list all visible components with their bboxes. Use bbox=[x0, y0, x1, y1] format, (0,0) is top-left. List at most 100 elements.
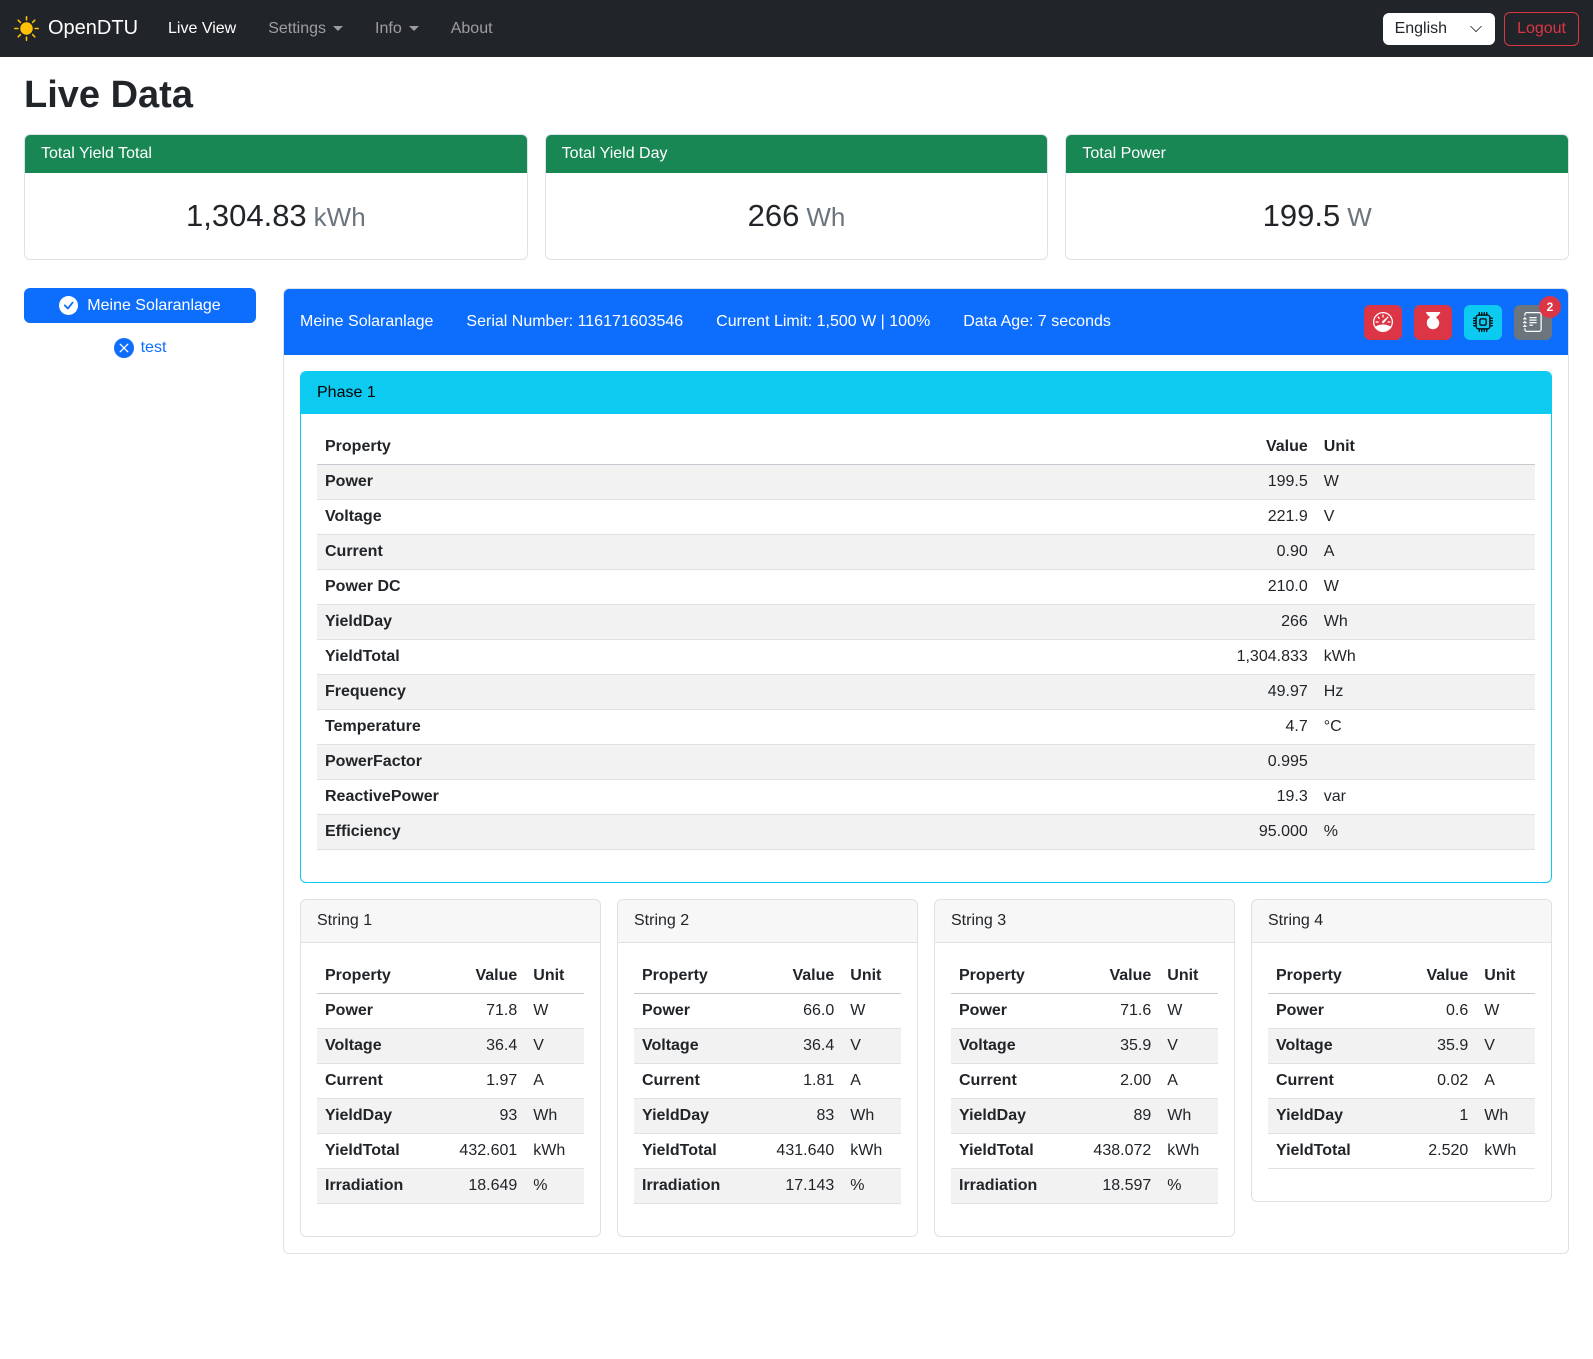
property-cell: Current bbox=[317, 1064, 437, 1099]
unit-cell: kWh bbox=[842, 1134, 901, 1169]
table-row: Current0.90A bbox=[317, 535, 1535, 570]
property-cell: Current bbox=[634, 1064, 754, 1099]
property-cell: YieldDay bbox=[951, 1099, 1071, 1134]
device-info-button[interactable] bbox=[1464, 305, 1502, 340]
inverter-data-age: Data Age: 7 seconds bbox=[963, 313, 1111, 331]
language-select-value: English bbox=[1395, 20, 1447, 38]
card-title: Total Yield Day bbox=[546, 135, 1048, 173]
string-4-table: Property Value Unit Power0.6W Voltage35.… bbox=[1268, 959, 1535, 1169]
card-title: Total Yield Total bbox=[25, 135, 527, 173]
value-cell: 1.97 bbox=[437, 1064, 525, 1099]
value-cell: 49.97 bbox=[1206, 675, 1316, 710]
value-cell: 95.000 bbox=[1206, 815, 1316, 850]
table-row: Current2.00A bbox=[951, 1064, 1218, 1099]
col-value: Value bbox=[754, 959, 842, 994]
summary-cards-row: Total Yield Total 1,304.83kWh Total Yiel… bbox=[24, 134, 1569, 260]
property-cell: YieldTotal bbox=[1268, 1134, 1388, 1169]
property-cell: Efficiency bbox=[317, 815, 1206, 850]
property-cell: YieldTotal bbox=[317, 640, 1206, 675]
col-unit: Unit bbox=[525, 959, 584, 994]
unit-cell: Wh bbox=[1159, 1099, 1218, 1134]
value-cell: 35.9 bbox=[1071, 1029, 1159, 1064]
inverter-select-button[interactable]: Meine Solaranlage bbox=[24, 288, 256, 323]
value-cell: 432.601 bbox=[437, 1134, 525, 1169]
unit-cell: V bbox=[842, 1029, 901, 1064]
event-log-button[interactable]: 2 bbox=[1514, 305, 1552, 340]
value-cell: 71.6 bbox=[1071, 994, 1159, 1029]
nav-about[interactable]: About bbox=[435, 12, 509, 46]
value-cell: 71.8 bbox=[437, 994, 525, 1029]
unit-cell: W bbox=[1316, 465, 1535, 500]
value-cell: 35.9 bbox=[1388, 1029, 1476, 1064]
table-header-row: Property Value Unit bbox=[317, 430, 1535, 465]
property-cell: Voltage bbox=[1268, 1029, 1388, 1064]
value-cell: 83 bbox=[754, 1099, 842, 1134]
property-cell: Power bbox=[317, 994, 437, 1029]
property-cell: Frequency bbox=[317, 675, 1206, 710]
nav-info[interactable]: Info bbox=[359, 12, 435, 46]
col-property: Property bbox=[951, 959, 1071, 994]
value-cell: 199.5 bbox=[1206, 465, 1316, 500]
col-property: Property bbox=[1268, 959, 1388, 994]
card-value: 1,304.83 bbox=[186, 198, 307, 233]
unit-cell: W bbox=[1476, 994, 1535, 1029]
property-cell: Irradiation bbox=[317, 1169, 437, 1204]
unit-cell bbox=[1316, 745, 1535, 780]
nav-settings[interactable]: Settings bbox=[252, 12, 359, 46]
inverter-card: Meine Solaranlage Serial Number: 1161716… bbox=[283, 288, 1569, 1254]
unit-cell: A bbox=[1316, 535, 1535, 570]
property-cell: YieldDay bbox=[634, 1099, 754, 1134]
brand[interactable]: OpenDTU bbox=[14, 16, 138, 41]
inverter-sidebar: Meine Solaranlage test bbox=[24, 288, 256, 358]
inverter-item-test[interactable]: test bbox=[24, 338, 256, 358]
table-row: YieldDay83Wh bbox=[634, 1099, 901, 1134]
x-circle-icon bbox=[114, 338, 134, 358]
unit-cell: Wh bbox=[842, 1099, 901, 1134]
logout-button[interactable]: Logout bbox=[1504, 12, 1579, 46]
power-toggle-button[interactable] bbox=[1414, 305, 1452, 340]
table-row: Temperature4.7°C bbox=[317, 710, 1535, 745]
property-cell: YieldTotal bbox=[634, 1134, 754, 1169]
table-row: YieldDay93Wh bbox=[317, 1099, 584, 1134]
property-cell: Power bbox=[317, 465, 1206, 500]
property-cell: ReactivePower bbox=[317, 780, 1206, 815]
value-cell: 1.81 bbox=[754, 1064, 842, 1099]
table-row: YieldDay1Wh bbox=[1268, 1099, 1535, 1134]
col-unit: Unit bbox=[842, 959, 901, 994]
card-value-row: 1,304.83kWh bbox=[25, 173, 527, 259]
value-cell: 2.520 bbox=[1388, 1134, 1476, 1169]
value-cell: 0.995 bbox=[1206, 745, 1316, 780]
unit-cell: kWh bbox=[1316, 640, 1535, 675]
col-value: Value bbox=[437, 959, 525, 994]
col-value: Value bbox=[1071, 959, 1159, 994]
nav-info-label: Info bbox=[375, 20, 402, 37]
property-cell: YieldDay bbox=[1268, 1099, 1388, 1134]
table-row: YieldTotal432.601kWh bbox=[317, 1134, 584, 1169]
inverter-item-test-label: test bbox=[141, 339, 167, 357]
value-cell: 89 bbox=[1071, 1099, 1159, 1134]
col-unit: Unit bbox=[1476, 959, 1535, 994]
table-row: Voltage221.9V bbox=[317, 500, 1535, 535]
nav-live-view[interactable]: Live View bbox=[152, 12, 252, 46]
total-yield-total-card: Total Yield Total 1,304.83kWh bbox=[24, 134, 528, 260]
unit-cell: W bbox=[1316, 570, 1535, 605]
unit-cell: kWh bbox=[525, 1134, 584, 1169]
table-header-row: Property Value Unit bbox=[951, 959, 1218, 994]
col-unit: Unit bbox=[1316, 430, 1535, 465]
table-row: Power66.0W bbox=[634, 994, 901, 1029]
inverter-action-buttons: 2 bbox=[1364, 305, 1552, 340]
value-cell: 19.3 bbox=[1206, 780, 1316, 815]
inverter-serial: Serial Number: 116171603546 bbox=[466, 313, 683, 331]
unit-cell: % bbox=[842, 1169, 901, 1204]
property-cell: Irradiation bbox=[951, 1169, 1071, 1204]
value-cell: 93 bbox=[437, 1099, 525, 1134]
table-row: YieldDay89Wh bbox=[951, 1099, 1218, 1134]
table-row: YieldTotal431.640kWh bbox=[634, 1134, 901, 1169]
table-row: YieldDay266Wh bbox=[317, 605, 1535, 640]
unit-cell: °C bbox=[1316, 710, 1535, 745]
value-cell: 1,304.833 bbox=[1206, 640, 1316, 675]
limit-settings-button[interactable] bbox=[1364, 305, 1402, 340]
language-select[interactable]: English bbox=[1383, 13, 1495, 45]
page-title: Live Data bbox=[24, 74, 1569, 117]
unit-cell: Hz bbox=[1316, 675, 1535, 710]
